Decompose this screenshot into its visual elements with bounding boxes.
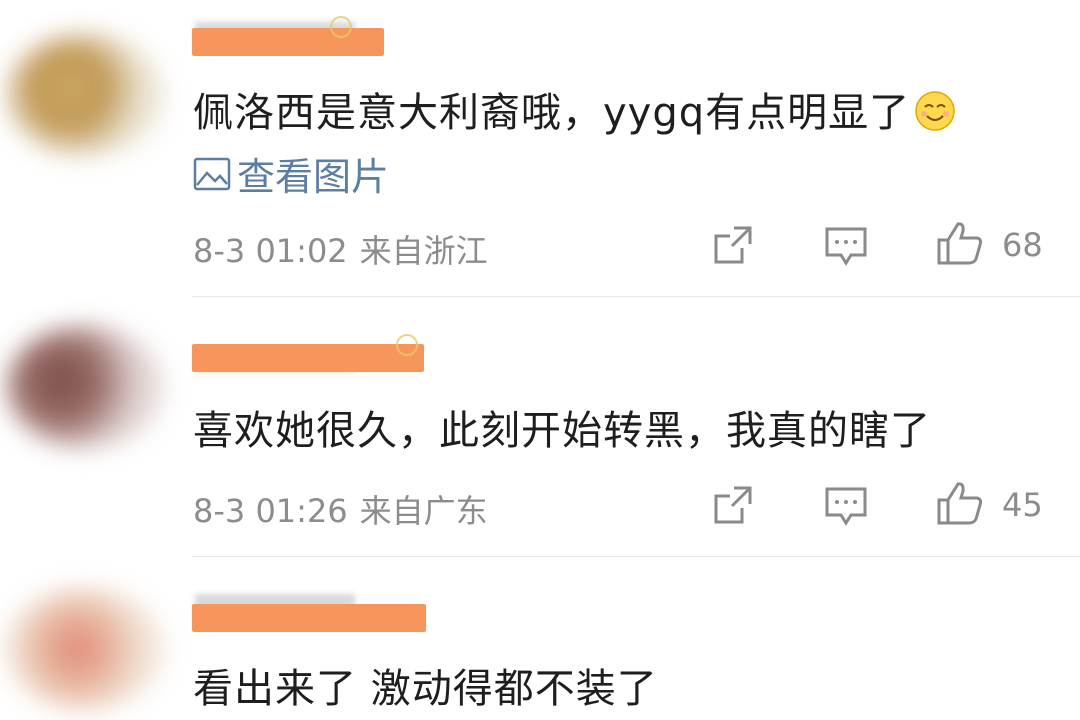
comment-location: 来自广东 [359, 492, 488, 530]
comment-text: 喜欢她很久，此刻开始转黑，我真的瞎了 [193, 408, 931, 454]
username-redaction[interactable] [192, 604, 426, 632]
share-icon[interactable] [712, 224, 754, 266]
comment-time: 8-3 01:02 [193, 232, 348, 270]
like-count: 68 [1002, 226, 1043, 264]
image-icon [193, 157, 231, 190]
avatar[interactable] [6, 588, 164, 710]
username-redaction[interactable] [192, 28, 384, 56]
comment-time: 8-3 01:26 [193, 492, 348, 530]
view-images-label: 查看图片 [237, 155, 390, 199]
like-icon[interactable] [936, 480, 984, 526]
comment-meta: 8-3 01:26 来自广东 [193, 486, 488, 532]
comment-location: 来自浙江 [359, 232, 488, 270]
comment-icon[interactable] [824, 486, 868, 528]
comment-icon[interactable] [824, 226, 868, 268]
avatar[interactable] [6, 326, 164, 448]
like-icon[interactable] [936, 220, 984, 266]
badge-icon [330, 16, 352, 38]
divider [192, 296, 1080, 297]
badge-icon [396, 334, 418, 356]
like-count: 45 [1002, 486, 1043, 524]
comment-text: 佩洛西是意大利裔哦，yygq有点明显了 [193, 80, 956, 138]
comment-item: 喜欢她很久，此刻开始转黑，我真的瞎了 8-3 01:26 来自广东 45 [0, 298, 1080, 558]
divider [192, 556, 1080, 557]
comment-text: 看出来了 激动得都不装了 [193, 666, 658, 712]
avatar[interactable] [6, 34, 164, 156]
comment-meta: 8-3 01:02 来自浙江 [193, 226, 488, 272]
username-redaction[interactable] [192, 344, 424, 372]
comment-item: 看出来了 激动得都不装了 [0, 558, 1080, 720]
comment-feed: 佩洛西是意大利裔哦，yygq有点明显了 查看图片 8-3 01:02 来自浙江 [0, 0, 1080, 720]
share-icon[interactable] [712, 484, 754, 526]
view-images-link[interactable]: 查看图片 [193, 146, 389, 201]
comment-item: 佩洛西是意大利裔哦，yygq有点明显了 查看图片 8-3 01:02 来自浙江 [0, 0, 1080, 298]
comment-text-content: 佩洛西是意大利裔哦，yygq有点明显了 [193, 90, 911, 136]
smiling-face-emoji-icon [915, 91, 955, 131]
